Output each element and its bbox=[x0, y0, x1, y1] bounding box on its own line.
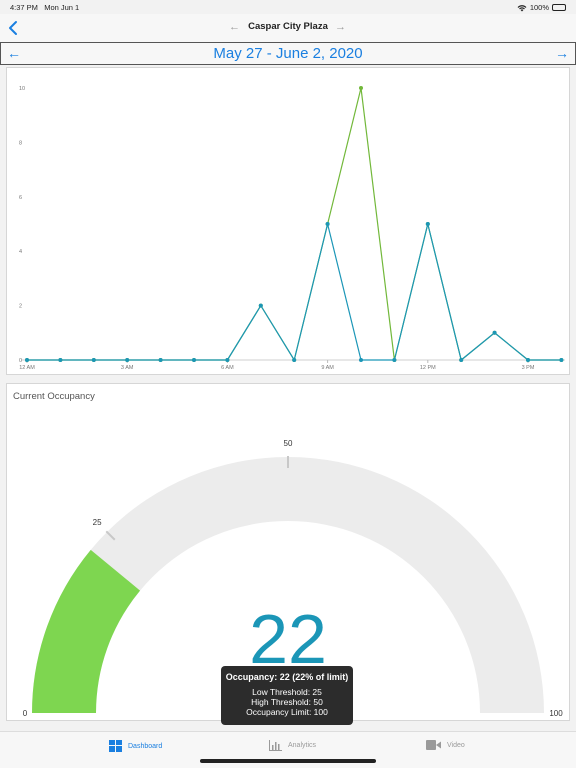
status-time: 4:37 PM Mon Jun 1 bbox=[10, 3, 79, 12]
tooltip-low-threshold: Low Threshold: 25 bbox=[252, 687, 322, 697]
clock: 4:37 PM bbox=[10, 3, 38, 12]
next-date-arrow-icon[interactable]: → bbox=[555, 45, 569, 61]
x-tick-label: 12 PM bbox=[420, 365, 436, 371]
data-point-s1-7 bbox=[258, 303, 263, 308]
x-tick-label: 3 PM bbox=[522, 365, 535, 371]
y-tick-label: 10 bbox=[19, 86, 25, 92]
status-bar: 4:37 PM Mon Jun 1 100% bbox=[0, 0, 576, 14]
home-indicator bbox=[200, 759, 376, 763]
series-line-0 bbox=[27, 87, 562, 362]
gauge-max-label: 100 bbox=[549, 709, 563, 718]
status-right: 100% bbox=[517, 3, 566, 12]
y-tick-label: 6 bbox=[19, 195, 22, 201]
tooltip-high-threshold: High Threshold: 50 bbox=[251, 697, 323, 707]
data-point-s1-1 bbox=[58, 358, 63, 362]
data-point-s1-14 bbox=[492, 330, 497, 335]
video-icon bbox=[426, 740, 441, 750]
x-tick-label: 12 AM bbox=[19, 365, 35, 371]
gauge-title: Current Occupancy bbox=[13, 391, 95, 402]
data-point-s1-8 bbox=[292, 358, 297, 362]
location-title: Caspar City Plaza bbox=[248, 21, 328, 32]
occupancy-chart-card: 0 2 4 6 8 10 12 AM 3 AM 6 AM 9 AM 12 PM 3 PM bbox=[6, 67, 570, 375]
y-tick-label: 4 bbox=[19, 249, 22, 255]
data-point-s1-15 bbox=[526, 358, 530, 362]
x-tick-label: 6 AM bbox=[221, 365, 234, 371]
data-point-s1-12 bbox=[425, 222, 430, 226]
data-point-s1-6 bbox=[225, 358, 230, 362]
data-point-s0-10 bbox=[359, 86, 363, 90]
tab-dashboard-label: Dashboard bbox=[128, 742, 163, 750]
y-tick-label: 8 bbox=[19, 140, 22, 146]
tab-analytics[interactable]: Analytics bbox=[269, 740, 316, 751]
next-location-arrow-icon[interactable]: → bbox=[335, 21, 346, 33]
occupancy-line-chart: 0 2 4 6 8 10 12 AM 3 AM 6 AM 9 AM 12 PM 3 PM bbox=[19, 86, 565, 371]
y-tick-label: 2 bbox=[19, 304, 22, 310]
data-point-s1-0 bbox=[25, 358, 29, 362]
data-point-s1-5 bbox=[192, 358, 196, 362]
tab-dashboard[interactable]: Dashboard bbox=[109, 740, 162, 752]
y-tick-label: 0 bbox=[19, 358, 22, 364]
date-range-label[interactable]: May 27 - June 2, 2020 bbox=[1, 45, 575, 62]
tab-analytics-label: Analytics bbox=[288, 742, 317, 749]
data-point-s1-11 bbox=[392, 358, 397, 362]
gauge-min-label: 0 bbox=[23, 709, 28, 718]
battery-icon bbox=[552, 4, 566, 11]
data-point-s1-9 bbox=[325, 222, 330, 226]
x-tick-label: 3 AM bbox=[121, 365, 134, 371]
data-point-s1-16 bbox=[559, 358, 564, 362]
tab-video[interactable]: Video bbox=[426, 740, 465, 750]
battery-percent: 100% bbox=[529, 3, 549, 12]
analytics-icon bbox=[269, 740, 282, 751]
tab-video-label: Video bbox=[447, 741, 465, 749]
nav-bar: ← Caspar City Plaza → bbox=[0, 14, 576, 42]
tooltip-title: Occupancy: 22 (22% of limit) bbox=[225, 672, 349, 682]
occupancy-tooltip: Occupancy: 22 (22% of limit) Low Thresho… bbox=[221, 666, 353, 725]
wifi-icon bbox=[517, 4, 527, 11]
data-point-s1-10 bbox=[359, 358, 363, 362]
series-line-1 bbox=[27, 223, 562, 362]
data-point-s1-4 bbox=[158, 358, 163, 362]
data-point-s1-3 bbox=[125, 358, 130, 362]
low-threshold-label: 25 bbox=[93, 518, 102, 527]
dashboard-icon bbox=[109, 740, 122, 752]
data-point-s1-13 bbox=[459, 358, 464, 362]
data-point-s1-2 bbox=[91, 358, 96, 362]
high-threshold-label: 50 bbox=[284, 439, 293, 448]
date-range-bar: ← May 27 - June 2, 2020 → bbox=[0, 42, 576, 65]
x-tick-label: 9 AM bbox=[321, 365, 334, 371]
date: Mon Jun 1 bbox=[44, 3, 80, 12]
tooltip-limit: Occupancy Limit: 100 bbox=[246, 707, 328, 717]
